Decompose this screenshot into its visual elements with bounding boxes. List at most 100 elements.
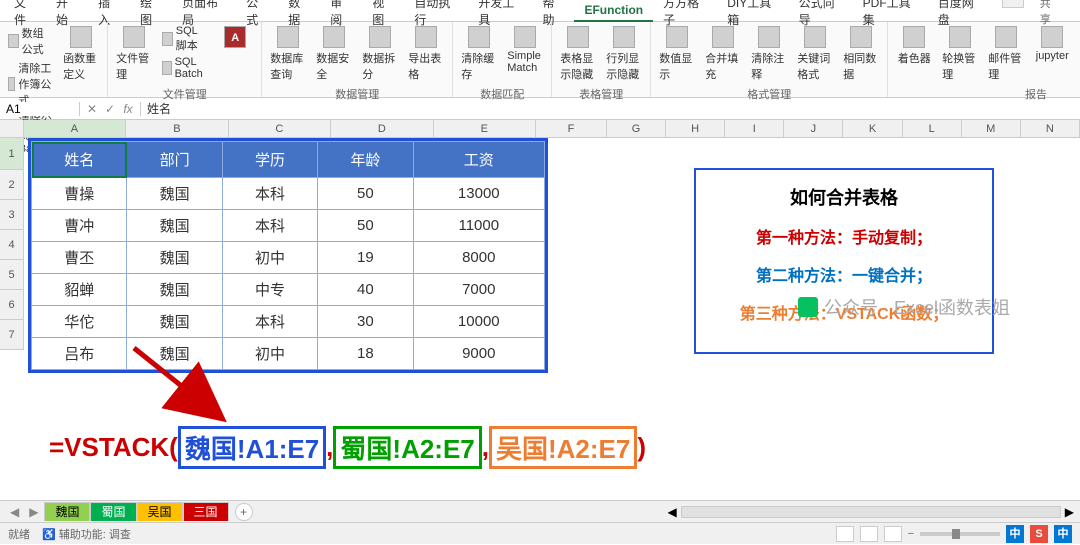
- array-formula-button[interactable]: 数组公式: [6, 24, 55, 58]
- wechat-icon: [798, 297, 818, 317]
- status-accessibility[interactable]: ♿ 辅助功能: 调查: [42, 526, 131, 542]
- sheet-tab-吴国[interactable]: 吴国: [137, 502, 183, 521]
- cells-area[interactable]: 姓名部门学历年龄工资曹操魏国本科5013000曹冲魏国本科5011000曹丕魏国…: [24, 138, 1080, 350]
- colhead-C[interactable]: C: [229, 120, 331, 137]
- rowhead-5[interactable]: 5: [0, 260, 24, 290]
- colhead-N[interactable]: N: [1021, 120, 1080, 137]
- rbtn-数据库查询[interactable]: 数据库查询: [268, 24, 308, 84]
- select-all-corner[interactable]: [0, 120, 24, 137]
- colhead-E[interactable]: E: [434, 120, 536, 137]
- colhead-D[interactable]: D: [331, 120, 433, 137]
- rbtn-数据拆分[interactable]: 数据拆分: [360, 24, 400, 84]
- rbtn-清除缓存[interactable]: 清除缓存: [459, 24, 499, 84]
- row-headers: 1234567: [0, 138, 24, 350]
- info-title: 如何合并表格: [704, 184, 984, 210]
- colhead-J[interactable]: J: [784, 120, 843, 137]
- table-row[interactable]: 曹冲魏国本科5011000: [32, 210, 545, 242]
- colhead-M[interactable]: M: [962, 120, 1021, 137]
- comments-icon[interactable]: [1002, 0, 1024, 8]
- rbtn-jupyter[interactable]: jupyter: [1032, 24, 1072, 64]
- add-sheet-button[interactable]: +: [235, 503, 253, 521]
- colhead-H[interactable]: H: [666, 120, 725, 137]
- status-bar: 就绪 ♿ 辅助功能: 调查 − 中 S 中: [0, 522, 1080, 544]
- table-row[interactable]: 曹操魏国本科5013000: [32, 178, 545, 210]
- hscroll-left[interactable]: ◀: [668, 505, 677, 519]
- ime-1[interactable]: 中: [1006, 525, 1024, 543]
- colhead-I[interactable]: I: [725, 120, 784, 137]
- ribbon-tabs: 文件开始插入绘图页面布局公式数据审阅视图自动执行开发工具帮助EFunction方…: [0, 0, 1080, 22]
- sheet-tab-魏国[interactable]: 魏国: [44, 502, 90, 521]
- th-姓名[interactable]: 姓名: [32, 142, 127, 178]
- sql-script-button[interactable]: SQL脚本: [160, 24, 209, 54]
- tab-EFunction[interactable]: EFunction: [574, 0, 653, 22]
- rbtn-关键词格式[interactable]: 关键词格式: [795, 24, 835, 84]
- enter-icon[interactable]: ✓: [102, 102, 118, 116]
- colhead-G[interactable]: G: [607, 120, 666, 137]
- rowhead-6[interactable]: 6: [0, 290, 24, 320]
- zoom-slider[interactable]: [920, 532, 1000, 536]
- group-format-mgmt: 数值显示合并填充清除注释关键词格式相同数据 格式管理: [651, 22, 888, 97]
- table-row[interactable]: 貂蝉魏国中专407000: [32, 274, 545, 306]
- rowhead-7[interactable]: 7: [0, 320, 24, 350]
- rbtn-数据安全[interactable]: 数据安全: [314, 24, 354, 84]
- view-layout[interactable]: [860, 526, 878, 542]
- th-部门[interactable]: 部门: [127, 142, 222, 178]
- sheet-tab-三国[interactable]: 三国: [183, 502, 229, 521]
- rowhead-4[interactable]: 4: [0, 230, 24, 260]
- colhead-F[interactable]: F: [536, 120, 607, 137]
- cancel-icon[interactable]: ✕: [84, 102, 100, 116]
- colhead-L[interactable]: L: [903, 120, 962, 137]
- sheet-tab-蜀国[interactable]: 蜀国: [90, 502, 136, 521]
- formula-input[interactable]: 姓名: [141, 100, 1080, 117]
- sheet-nav-prev[interactable]: ◀: [6, 505, 23, 519]
- name-box[interactable]: A1: [0, 102, 80, 116]
- sql-batch-button[interactable]: SQL Batch: [160, 55, 209, 81]
- rbtn-导出表格[interactable]: 导出表格: [406, 24, 446, 84]
- group-data-match: 清除缓存Simple Match 数据匹配: [453, 22, 552, 97]
- sheet-tabs: ◀ ▶ 魏国蜀国吴国三国 + ◀▶: [0, 500, 1080, 522]
- ribbon-body: 数组公式 清除工作簿公式 清除公式Batch 函数重定义 公式操作 文件管理 S…: [0, 22, 1080, 98]
- rbtn-轮换管理[interactable]: 轮换管理: [940, 24, 980, 84]
- zoom-out[interactable]: −: [908, 528, 914, 540]
- access-button[interactable]: A: [215, 24, 255, 52]
- view-normal[interactable]: [836, 526, 854, 542]
- formula-bar: A1 ✕ ✓ fx 姓名: [0, 98, 1080, 120]
- hscrollbar[interactable]: [681, 506, 1061, 518]
- fx-icon[interactable]: fx: [120, 102, 136, 116]
- table-row[interactable]: 吕布魏国初中189000: [32, 338, 545, 370]
- ime-3[interactable]: 中: [1054, 525, 1072, 543]
- colhead-A[interactable]: A: [24, 120, 126, 137]
- rbtn-数值显示[interactable]: 数值显示: [657, 24, 697, 84]
- colhead-K[interactable]: K: [843, 120, 902, 137]
- hscroll-right[interactable]: ▶: [1065, 505, 1074, 519]
- column-headers: ABCDEFGHIJKLMN: [0, 120, 1080, 138]
- rowhead-2[interactable]: 2: [0, 170, 24, 200]
- rbtn-Simple Match[interactable]: Simple Match: [505, 24, 545, 76]
- file-mgmt-button[interactable]: 文件管理: [114, 24, 154, 84]
- rbtn-相同数据[interactable]: 相同数据: [841, 24, 881, 84]
- sheet-nav-next[interactable]: ▶: [25, 505, 42, 519]
- ime-2[interactable]: S: [1030, 525, 1048, 543]
- data-table: 姓名部门学历年龄工资曹操魏国本科5013000曹冲魏国本科5011000曹丕魏国…: [28, 138, 548, 373]
- func-redef-button[interactable]: 函数重定义: [61, 24, 101, 84]
- group-data-mgmt: 数据库查询数据安全数据拆分导出表格 数据管理: [262, 22, 453, 97]
- th-年龄[interactable]: 年龄: [318, 142, 413, 178]
- rowhead-1[interactable]: 1: [0, 138, 24, 170]
- rbtn-表格显示隐藏[interactable]: 表格显示隐藏: [558, 24, 598, 84]
- colhead-B[interactable]: B: [126, 120, 228, 137]
- table-row[interactable]: 曹丕魏国初中198000: [32, 242, 545, 274]
- watermark: 公众号 · Excel函数表姐: [798, 294, 1010, 320]
- rbtn-合并填充[interactable]: 合并填充: [703, 24, 743, 84]
- rbtn-着色器[interactable]: 着色器: [894, 24, 934, 68]
- rbtn-清除注释[interactable]: 清除注释: [749, 24, 789, 84]
- group-formula-ops: 数组公式 清除工作簿公式 清除公式Batch 函数重定义 公式操作: [0, 22, 108, 97]
- th-工资[interactable]: 工资: [413, 142, 544, 178]
- table-row[interactable]: 华佗魏国本科3010000: [32, 306, 545, 338]
- info-line-1: 第一种方法：手动复制；: [704, 224, 984, 248]
- rbtn-行列显示隐藏[interactable]: 行列显示隐藏: [604, 24, 644, 84]
- rowhead-3[interactable]: 3: [0, 200, 24, 230]
- th-学历[interactable]: 学历: [222, 142, 317, 178]
- group-report: 着色器轮换管理邮件管理jupyter文本处理EFunction帮助 报告: [888, 22, 1080, 97]
- rbtn-邮件管理[interactable]: 邮件管理: [986, 24, 1026, 84]
- view-break[interactable]: [884, 526, 902, 542]
